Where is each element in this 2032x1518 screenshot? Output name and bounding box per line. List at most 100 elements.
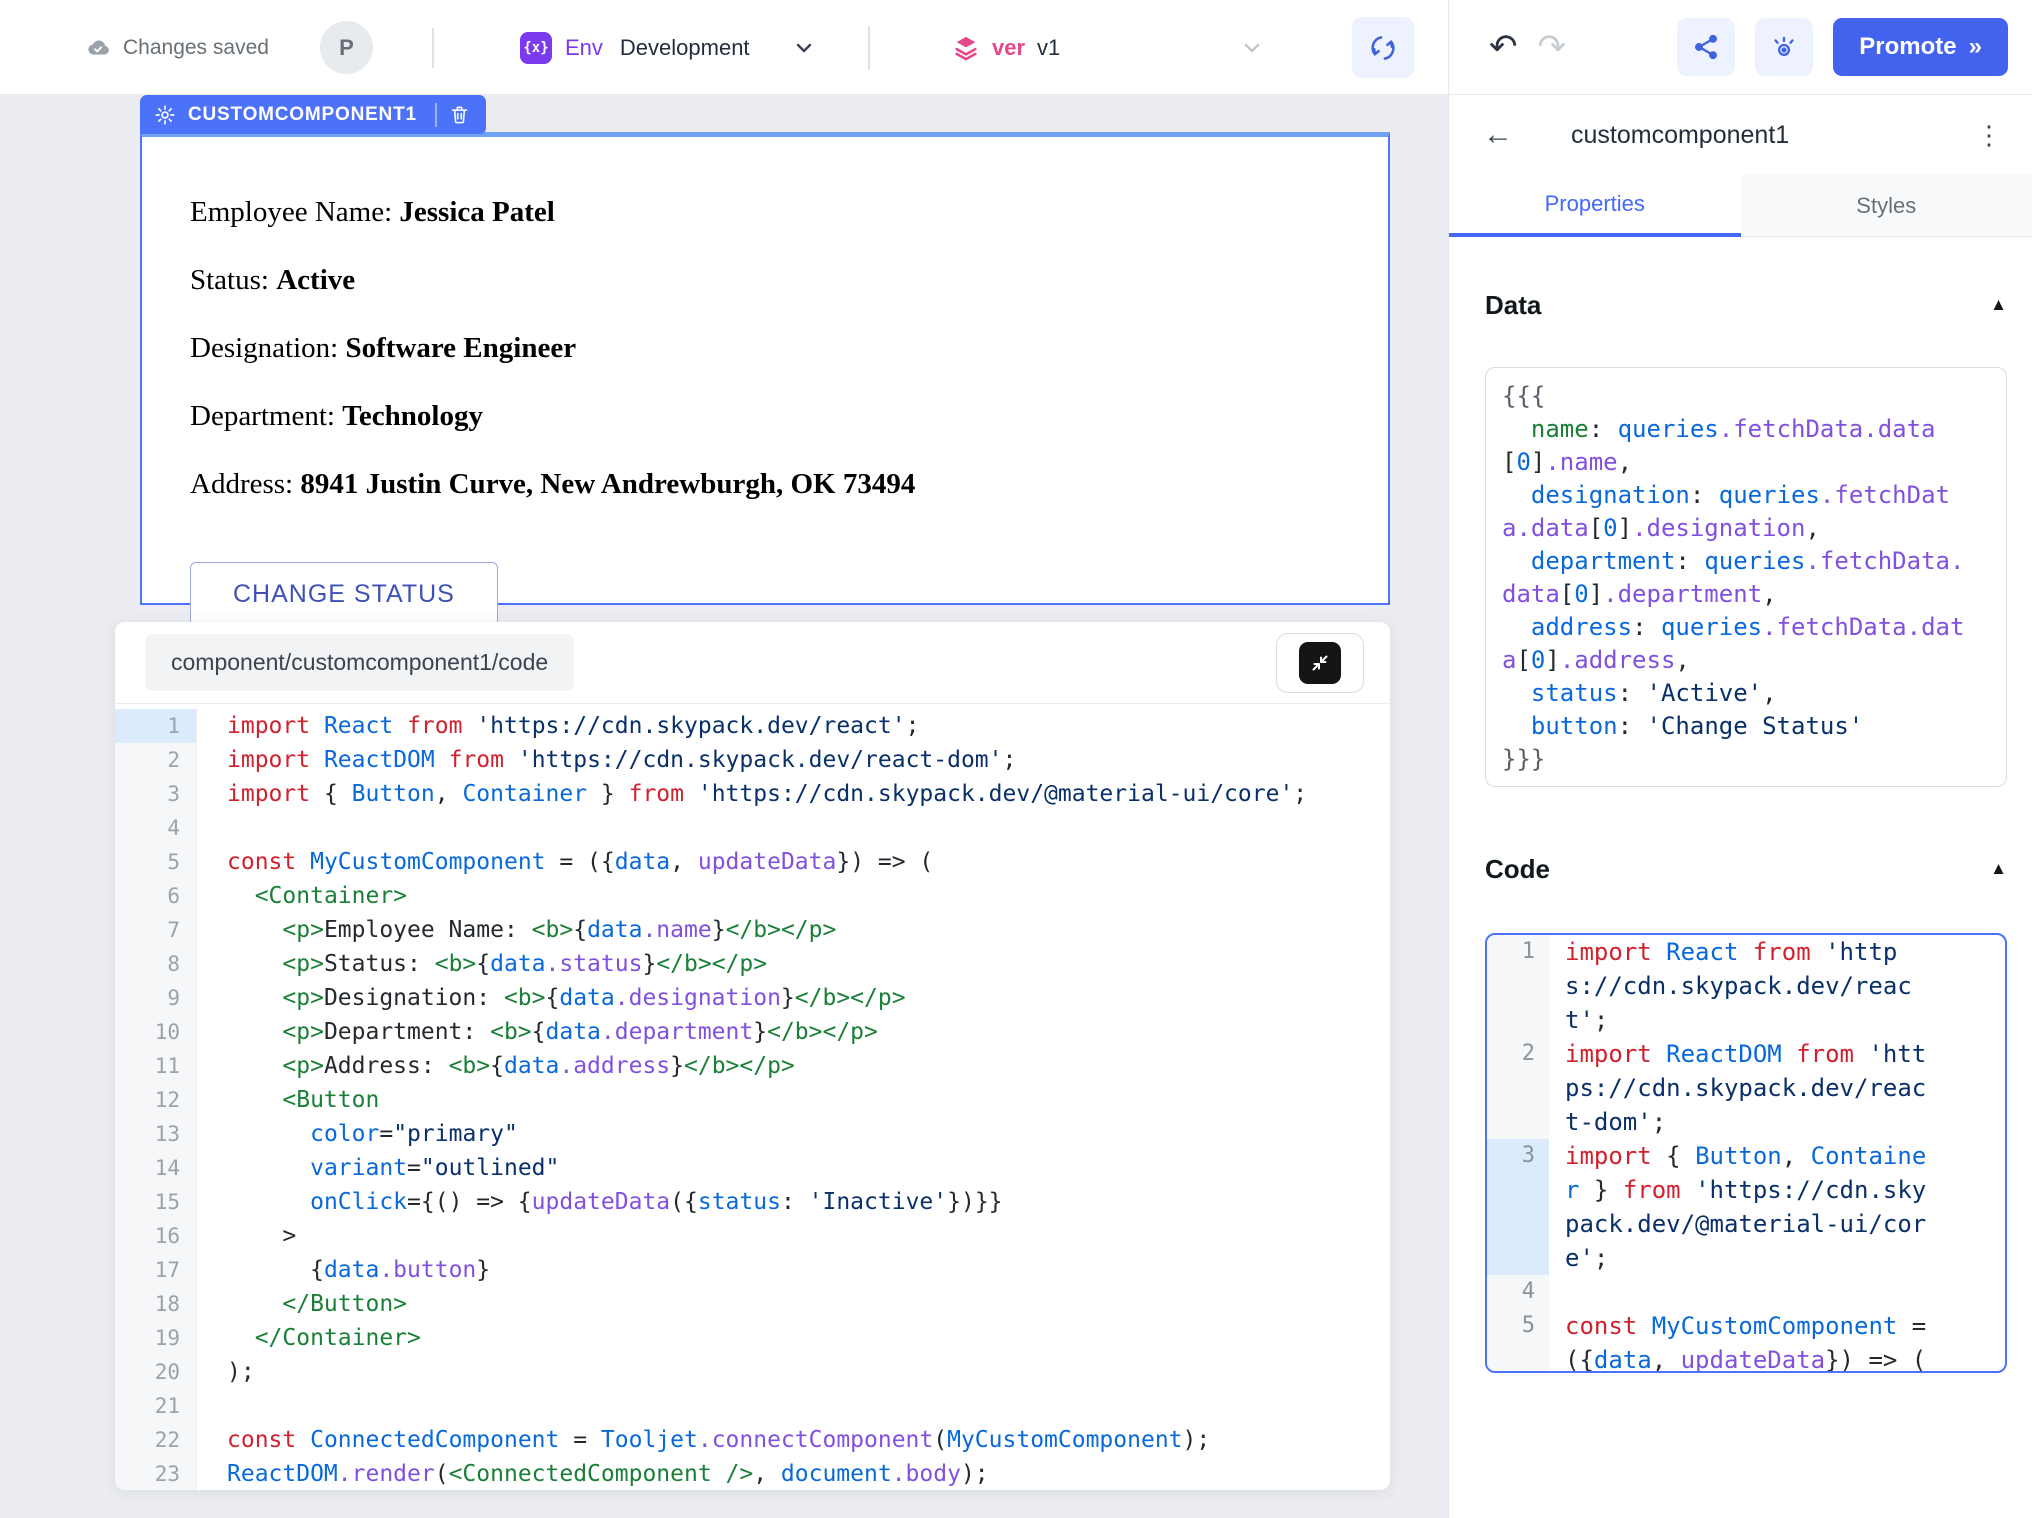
data-code-row: }}}	[1502, 743, 1990, 776]
code-editor-header: component/customcomponent1/code	[115, 622, 1390, 704]
inspector-header: ← customcomponent1 ⋮	[1449, 95, 2032, 175]
data-code-row: name: queries.fetchData.data	[1502, 413, 1990, 446]
inspector-toolbar: ↶ ↷ Promote »	[1449, 0, 2032, 95]
main-code-lines[interactable]: 1import React from 'https://cdn.skypack.…	[115, 704, 1390, 1490]
code-section-title: Code	[1485, 854, 1550, 885]
promote-button[interactable]: Promote »	[1833, 18, 2008, 76]
data-code-row: data[0].department,	[1502, 578, 1990, 611]
cloud-check-icon	[85, 35, 111, 61]
data-binding-editor[interactable]: {{{ name: queries.fetchData.data[0].name…	[1485, 367, 2007, 787]
data-code-row: department: queries.fetchData.	[1502, 545, 1990, 578]
layers-icon	[952, 34, 980, 62]
inspector-code-lines: 1import React from 'https://cdn.skypack.…	[1487, 935, 2005, 1371]
trash-icon	[449, 104, 470, 125]
redo-button[interactable]: ↷	[1538, 30, 1567, 64]
code-line[interactable]: 21	[115, 1389, 1390, 1423]
code-line[interactable]: 23ReactDOM.render(<ConnectedComponent />…	[115, 1457, 1390, 1490]
data-code-row: a[0].address,	[1502, 644, 1990, 677]
avatar[interactable]: P	[320, 21, 373, 74]
refresh-icon	[1368, 33, 1398, 63]
data-code-row: designation: queries.fetchDat	[1502, 479, 1990, 512]
code-line[interactable]: 20);	[115, 1355, 1390, 1389]
component-tag-label: CUSTOMCOMPONENT1	[188, 104, 417, 126]
kebab-menu-icon[interactable]: ⋮	[1976, 120, 2002, 151]
share-button[interactable]	[1677, 18, 1735, 76]
inspector-code-row: t-dom';	[1487, 1105, 2005, 1139]
address-field: Address: 8941 Justin Curve, New Andrewbu…	[190, 468, 1340, 501]
status-field: Status: Active	[190, 264, 1340, 297]
chevron-down-icon[interactable]	[790, 36, 818, 60]
delete-component-button[interactable]	[449, 104, 470, 125]
change-status-button[interactable]: CHANGE STATUS	[190, 562, 498, 627]
inspector-code-row: 3import { Button, Containe	[1487, 1139, 2005, 1173]
back-button[interactable]: ←	[1483, 118, 1513, 152]
code-line[interactable]: 16 >	[115, 1219, 1390, 1253]
refresh-button[interactable]	[1352, 17, 1414, 78]
collapse-caret-icon[interactable]: ▲	[1990, 295, 2007, 315]
inspector-code-row: r } from 'https://cdn.sky	[1487, 1173, 2005, 1207]
code-line[interactable]: 18 </Button>	[115, 1287, 1390, 1321]
version-selector[interactable]: ver v1	[952, 0, 1060, 95]
env-label: Env	[565, 35, 603, 61]
code-line[interactable]: 7 <p>Employee Name: <b>{data.name}</b></…	[115, 913, 1390, 947]
gear-icon[interactable]	[154, 104, 176, 126]
selected-component-tag[interactable]: CUSTOMCOMPONENT1	[140, 95, 486, 134]
collapse-editor-button[interactable]	[1276, 633, 1364, 693]
code-line[interactable]: 1import React from 'https://cdn.skypack.…	[115, 709, 1390, 743]
share-icon	[1692, 33, 1720, 61]
inspector-code-row: pack.dev/@material-ui/cor	[1487, 1207, 2005, 1241]
inspector-code-row: 4	[1487, 1275, 2005, 1309]
env-value: Development	[620, 35, 750, 61]
code-line[interactable]: 4	[115, 811, 1390, 845]
topbar-divider	[868, 26, 870, 70]
inspector-tabs: Properties Styles	[1449, 175, 2032, 237]
tab-styles[interactable]: Styles	[1741, 175, 2032, 237]
version-value: v1	[1037, 35, 1060, 61]
code-section-header: Code ▲	[1485, 849, 2007, 889]
code-line[interactable]: 9 <p>Designation: <b>{data.designation}<…	[115, 981, 1390, 1015]
designation-field: Designation: Software Engineer	[190, 332, 1340, 365]
custom-component-widget[interactable]: Employee Name: Jessica Patel Status: Act…	[140, 132, 1390, 605]
data-section-header: Data ▲	[1485, 285, 2007, 325]
inspector-code-row: s://cdn.skypack.dev/reac	[1487, 969, 2005, 1003]
code-line[interactable]: 11 <p>Address: <b>{data.address}</b></p>	[115, 1049, 1390, 1083]
chevron-down-icon[interactable]	[1238, 36, 1266, 60]
code-line[interactable]: 5const MyCustomComponent = ({data, updat…	[115, 845, 1390, 879]
data-section-title: Data	[1485, 290, 1541, 321]
version-label: ver	[992, 35, 1025, 61]
tag-divider	[435, 103, 437, 127]
data-code-row: status: 'Active',	[1502, 677, 1990, 710]
data-code-row: address: queries.fetchData.dat	[1502, 611, 1990, 644]
inspector-code-editor[interactable]: 1import React from 'https://cdn.skypack.…	[1485, 933, 2007, 1373]
data-code-row: {{{	[1502, 380, 1990, 413]
code-line[interactable]: 10 <p>Department: <b>{data.department}</…	[115, 1015, 1390, 1049]
code-line[interactable]: 14 variant="outlined"	[115, 1151, 1390, 1185]
code-line[interactable]: 12 <Button	[115, 1083, 1390, 1117]
app-canvas[interactable]: CUSTOMCOMPONENT1 Employee Name: Jessica …	[0, 95, 1448, 1518]
code-line[interactable]: 15 onClick={() => {updateData({status: '…	[115, 1185, 1390, 1219]
env-icon: {x}	[520, 32, 552, 64]
data-code-row: [0].name,	[1502, 446, 1990, 479]
inspector-panel: ↶ ↷ Promote » ← customcomponent1 ⋮	[1448, 0, 2032, 1518]
code-line[interactable]: 8 <p>Status: <b>{data.status}</b></p>	[115, 947, 1390, 981]
code-line[interactable]: 6 <Container>	[115, 879, 1390, 913]
code-editor-panel: component/customcomponent1/code 1import …	[115, 622, 1390, 1490]
properties-content: Data ▲ {{{ name: queries.fetchData.data[…	[1449, 237, 2032, 1373]
undo-button[interactable]: ↶	[1489, 30, 1518, 64]
collapse-caret-icon[interactable]: ▲	[1990, 859, 2007, 879]
preview-button[interactable]	[1755, 18, 1813, 76]
code-line[interactable]: 22const ConnectedComponent = Tooljet.con…	[115, 1423, 1390, 1457]
code-line[interactable]: 17 {data.button}	[115, 1253, 1390, 1287]
code-line[interactable]: 3import { Button, Container } from 'http…	[115, 777, 1390, 811]
data-code-row: button: 'Change Status'	[1502, 710, 1990, 743]
tab-properties[interactable]: Properties	[1449, 175, 1741, 237]
code-line[interactable]: 19 </Container>	[115, 1321, 1390, 1355]
code-line[interactable]: 13 color="primary"	[115, 1117, 1390, 1151]
inspector-code-row: ({data, updateData}) => (	[1487, 1343, 2005, 1373]
topbar-divider	[432, 28, 434, 68]
inspector-code-row: ps://cdn.skypack.dev/reac	[1487, 1071, 2005, 1105]
collapse-icon	[1299, 642, 1341, 684]
code-line[interactable]: 2import ReactDOM from 'https://cdn.skypa…	[115, 743, 1390, 777]
data-code-row: a.data[0].designation,	[1502, 512, 1990, 545]
environment-selector[interactable]: {x} Env Development	[520, 0, 750, 95]
